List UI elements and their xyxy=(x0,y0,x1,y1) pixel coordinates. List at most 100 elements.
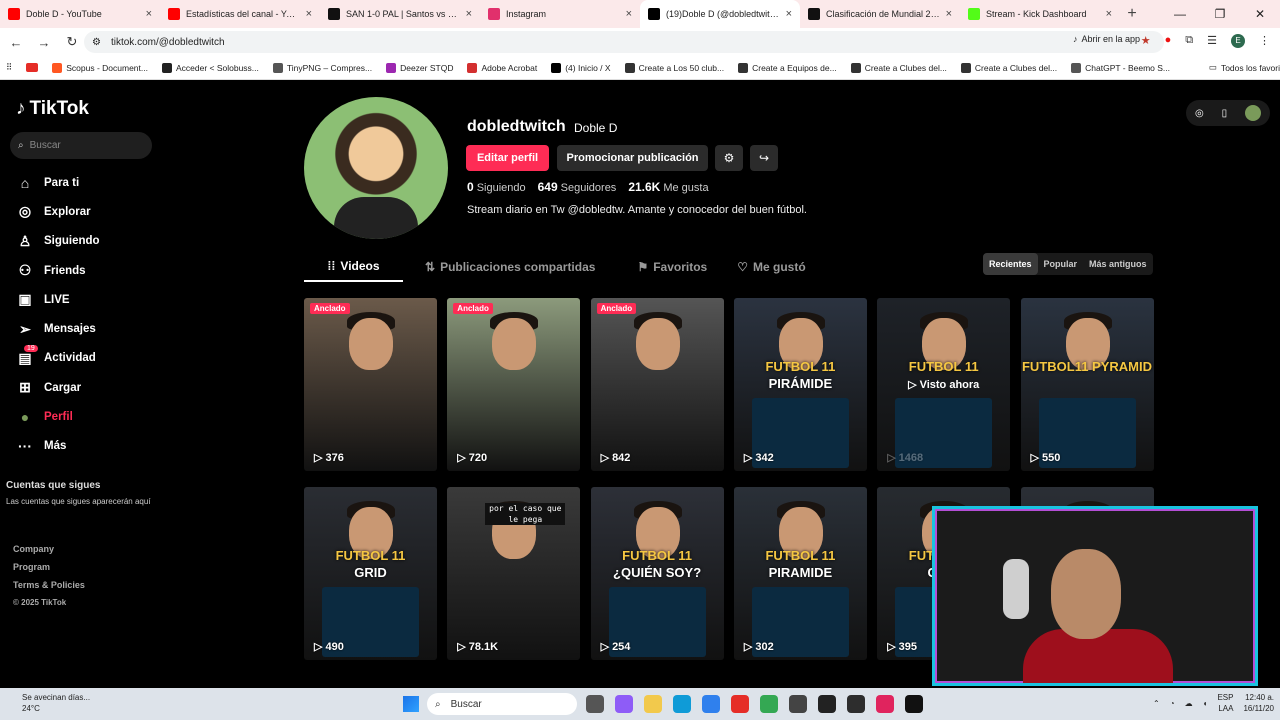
tab-reposts[interactable]: ⇅ Publicaciones compartidas xyxy=(425,252,595,282)
language-indicator[interactable]: ESP LAA xyxy=(1217,692,1233,714)
close-tab-icon[interactable]: × xyxy=(466,8,472,20)
close-tab-icon[interactable]: × xyxy=(786,8,792,20)
discord-icon[interactable] xyxy=(847,695,865,713)
app-red-icon[interactable] xyxy=(876,695,894,713)
promote-post-button[interactable]: Promocionar publicación xyxy=(557,145,708,171)
bookmark-item[interactable]: Scopus - Document... xyxy=(52,62,148,73)
obs-icon[interactable] xyxy=(818,695,836,713)
copilot-icon[interactable] xyxy=(615,695,633,713)
tab-videos[interactable]: ⁞⁞ Videos xyxy=(304,252,403,282)
sort-recent[interactable]: Recientes xyxy=(983,253,1038,275)
chevron-up-icon[interactable]: ⌃ xyxy=(1153,699,1160,708)
followers-label[interactable]: Seguidores xyxy=(561,182,617,194)
extensions-icon[interactable]: ⧉ xyxy=(1185,34,1193,48)
coin-icon[interactable]: ◎ xyxy=(1195,108,1204,119)
browser-tab[interactable]: Instagram × xyxy=(480,0,640,28)
bookmark-item[interactable]: ChatGPT - Beemo S... xyxy=(1071,62,1170,73)
sidebar-item-siguiendo[interactable]: ♙ Siguiendo xyxy=(16,227,100,256)
browser-tab[interactable]: Clasificación de Mundial 2026 ... × xyxy=(800,0,960,28)
close-tab-icon[interactable]: × xyxy=(146,8,152,20)
footer-terms[interactable]: Terms & Policies xyxy=(13,576,85,594)
taskbar-search[interactable]: ⌕ Buscar xyxy=(427,693,577,715)
open-in-app-button[interactable]: ♪ Abrir en la app xyxy=(1073,34,1140,44)
video-card[interactable]: FUTBOL 11 PIRÁMIDE ▷ 342 xyxy=(733,298,867,471)
video-card[interactable]: FUTBOL 11 ¿QUIÉN SOY? ▷ 254 xyxy=(590,487,724,660)
youtube-icon[interactable] xyxy=(731,695,749,713)
reload-icon[interactable]: ↻ xyxy=(60,34,84,50)
browser-tab[interactable]: SAN 1-0 PAL | Santos vs Palmei... × xyxy=(320,0,480,28)
video-card[interactable]: FUTBOL 11 GRID ▷ 490 xyxy=(304,487,437,660)
taskview-icon[interactable] xyxy=(586,695,604,713)
bookmark-item[interactable]: Create a Clubes del... xyxy=(850,62,947,73)
sort-popular[interactable]: Popular xyxy=(1038,253,1084,275)
sort-oldest[interactable]: Más antiguos xyxy=(1083,253,1153,275)
sidebar-item-mensajes[interactable]: ➢ Mensajes xyxy=(16,314,100,343)
bookmark-item[interactable]: Create a Clubes del... xyxy=(960,62,1057,73)
windows-start-icon[interactable] xyxy=(403,696,419,712)
video-card[interactable]: FUTBOL 11 ▷ Visto ahora ▷ 1468 xyxy=(877,298,1011,471)
bookmark-item[interactable]: Adobe Acrobat xyxy=(467,62,537,73)
close-window-icon[interactable]: ✕ xyxy=(1240,0,1280,28)
gamepad-icon[interactable] xyxy=(789,695,807,713)
all-bookmarks-folder[interactable]: ▭ Todos los favori xyxy=(1209,62,1280,73)
sidebar-item-friends[interactable]: ⚇ Friends xyxy=(16,256,100,285)
youtube-bookmark-icon[interactable] xyxy=(26,63,39,72)
wifi-icon[interactable]: ◔ xyxy=(1170,699,1175,708)
browser-tab[interactable]: Estadísticas del canal - YouTube × xyxy=(160,0,320,28)
bookmark-item[interactable]: Acceder < Solobuss... xyxy=(161,62,259,73)
store-icon[interactable] xyxy=(702,695,720,713)
user-avatar[interactable] xyxy=(1245,105,1262,121)
close-tab-icon[interactable]: × xyxy=(306,8,312,20)
weather-widget[interactable]: Se avecinan días... 24°C xyxy=(22,692,90,714)
close-tab-icon[interactable]: × xyxy=(626,8,632,20)
cloud-icon[interactable]: ☁ xyxy=(1185,699,1193,708)
edit-profile-button[interactable]: Editar perfil xyxy=(466,145,549,171)
tab-liked[interactable]: ♡ Me gustó xyxy=(737,252,805,282)
volume-icon[interactable]: ◖ xyxy=(1203,699,1208,708)
browser-tab[interactable]: Doble D - YouTube × xyxy=(0,0,160,28)
chrome-icon[interactable] xyxy=(760,695,778,713)
tiktok-logo[interactable]: ♪ TikTok xyxy=(16,98,89,120)
clock[interactable]: 12:40 a. 16/11/20 xyxy=(1243,692,1274,714)
new-tab-icon[interactable]: + xyxy=(1120,5,1144,23)
explorer-icon[interactable] xyxy=(644,695,662,713)
video-card[interactable]: Anclado ▷ 720 xyxy=(447,298,581,471)
sidebar-item-live[interactable]: ▣ LIVE xyxy=(16,285,100,314)
footer-company[interactable]: Company xyxy=(13,540,85,558)
tab-favorites[interactable]: ⚑ Favoritos xyxy=(637,252,707,282)
forward-icon[interactable]: → xyxy=(32,35,56,50)
bookmark-item[interactable]: Deezer STQD xyxy=(386,62,453,73)
url-bar[interactable]: ⚙ tiktok.com/@dobledtwitch xyxy=(84,31,1164,53)
sidebar-item-para-ti[interactable]: ⌂ Para ti xyxy=(16,168,100,197)
bookmark-item[interactable]: Create a Equipos de... xyxy=(738,62,837,73)
back-icon[interactable]: ← xyxy=(4,35,28,50)
bookmark-star-icon[interactable]: ★ xyxy=(1141,34,1151,48)
video-card[interactable]: FUTBOL 11 PIRAMIDE ▷ 302 xyxy=(733,487,867,660)
following-label[interactable]: Siguiendo xyxy=(477,182,526,194)
settings-gear-icon[interactable]: ⚙ xyxy=(715,145,743,171)
bookmark-item[interactable]: Create a Los 50 club... xyxy=(624,62,724,73)
share-icon[interactable]: ↪ xyxy=(750,145,778,171)
restore-icon[interactable]: ❐ xyxy=(1200,0,1240,28)
footer-program[interactable]: Program xyxy=(13,558,85,576)
video-card[interactable]: FUTBOL11 PYRAMID ▷ 550 xyxy=(1020,298,1154,471)
search-input[interactable]: ⌕ Buscar xyxy=(10,132,152,159)
video-card[interactable]: por el caso que le pega ▷ 78.1K xyxy=(447,487,581,660)
apps-grid-icon[interactable]: ⠿ xyxy=(6,62,12,73)
tiktok-app-icon[interactable] xyxy=(905,695,923,713)
sidebar-item-perfil[interactable]: ● Perfil xyxy=(16,402,100,431)
profile-avatar[interactable]: E xyxy=(1231,34,1245,48)
menu-icon[interactable]: ⋮ xyxy=(1259,34,1270,48)
video-card[interactable]: Anclado ▷ 842 xyxy=(590,298,724,471)
extension-record-icon[interactable]: ● xyxy=(1165,34,1172,48)
edge-icon[interactable] xyxy=(673,695,691,713)
sidebar-item-cargar[interactable]: ⊞ Cargar xyxy=(16,373,100,402)
profile-avatar-image[interactable] xyxy=(304,97,448,239)
close-tab-icon[interactable]: × xyxy=(946,8,952,20)
bookmark-item[interactable]: (4) Inicio / X xyxy=(551,62,611,73)
sidebar-item-explorar[interactable]: ◎ Explorar xyxy=(16,197,100,226)
device-icon[interactable]: ▯ xyxy=(1222,108,1228,119)
browser-tab[interactable]: (19)Doble D (@dobledtwitch) | × xyxy=(640,0,800,28)
close-tab-icon[interactable]: × xyxy=(1106,8,1112,20)
sidebar-item-m-s[interactable]: ··· Más xyxy=(16,432,100,461)
